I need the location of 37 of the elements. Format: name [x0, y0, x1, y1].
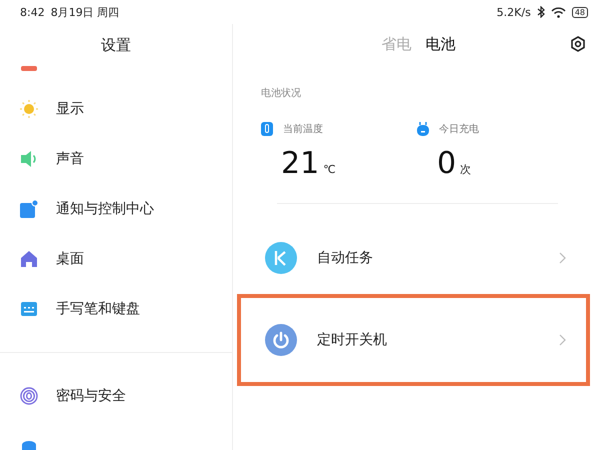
stat-unit: 次 [460, 162, 472, 177]
stat-label: 当前温度 [283, 122, 323, 136]
time: 8:42 [20, 6, 45, 18]
menu-item[interactable]: 密码与安全 [56, 387, 126, 405]
date: 8月19日 周四 [50, 4, 120, 20]
stat-value: 0 [437, 146, 456, 181]
task-icon [265, 242, 297, 274]
wifi-icon [550, 6, 566, 18]
bluetooth-icon [536, 6, 545, 18]
chevron-icon [559, 334, 566, 346]
menu-item[interactable]: 显示 [56, 100, 84, 118]
fingerprint-icon [20, 387, 38, 405]
notification-icon [20, 200, 38, 218]
tab[interactable]: 电池 [426, 34, 456, 54]
plug-icon [417, 122, 429, 136]
menu-item[interactable]: 手写笔和键盘 [56, 300, 140, 318]
menu-item[interactable]: 声音 [56, 150, 84, 168]
stat-value: 21 [281, 146, 320, 181]
option-label: 定时开关机 [317, 331, 388, 349]
panel-title: 设置 [100, 35, 132, 56]
sun-icon [20, 100, 38, 118]
highlight-frame[interactable]: 定时开关机 [237, 294, 590, 386]
menu-item[interactable]: 通知与控制中心 [56, 200, 154, 218]
thermometer-icon [261, 122, 273, 136]
battery-level: 48 [572, 6, 588, 18]
stat-unit: ℃ [323, 163, 336, 176]
speaker-icon [20, 151, 38, 167]
menu-item[interactable]: 桌面 [56, 250, 84, 268]
option-label: 自动任务 [317, 249, 374, 267]
network-speed: 5.2K/s [496, 6, 531, 18]
chevron-icon [559, 252, 566, 264]
section-heading: 电池状况 [261, 86, 302, 100]
power-icon [265, 324, 297, 356]
home-icon [21, 251, 37, 267]
keyboard-icon [21, 302, 37, 316]
option-row[interactable]: 自动任务 [237, 228, 590, 288]
stat-label: 今日充电 [439, 122, 479, 136]
